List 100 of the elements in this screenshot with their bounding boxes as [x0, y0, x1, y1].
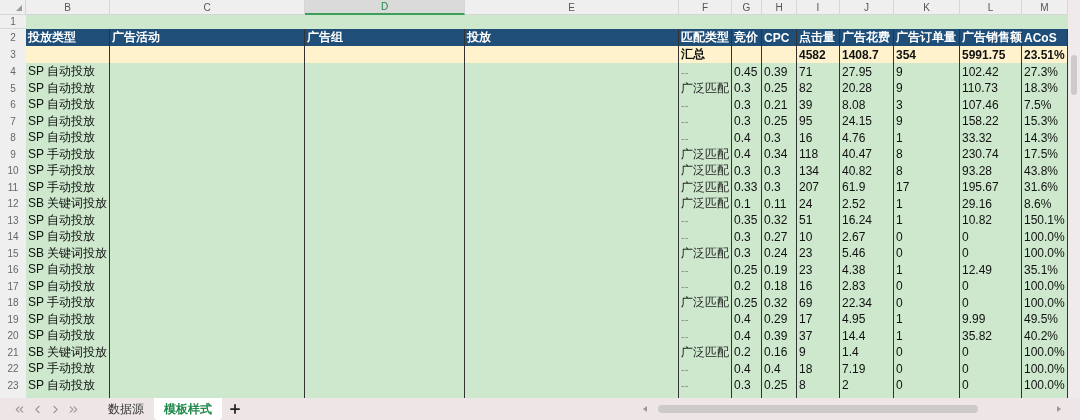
table-cell: -- — [679, 63, 732, 81]
table-cell: 0.4 — [732, 360, 762, 378]
header-cell: 匹配类型 — [679, 29, 732, 47]
sheet-tab[interactable]: 数据源 — [98, 398, 154, 420]
column-header[interactable]: L — [960, 0, 1022, 15]
row-number: 20 — [0, 327, 26, 345]
table-cell: 23.51% — [1022, 46, 1068, 64]
table-cell: 4.38 — [840, 261, 894, 279]
table-cell: 102.42 — [960, 63, 1022, 81]
table-cell: 0.25 — [732, 294, 762, 312]
table-cell: 0.3 — [732, 228, 762, 246]
table-cell: 广泛匹配 — [679, 195, 732, 213]
table-cell: 1 — [894, 129, 960, 147]
header-cell: CPC — [762, 29, 797, 47]
table-cell: SP 自动投放 — [26, 129, 110, 147]
table-cell: 39 — [797, 96, 840, 114]
table-cell: 27.95 — [840, 63, 894, 81]
table-cell: SP 自动投放 — [26, 63, 110, 81]
table-cell: SP 自动投放 — [26, 96, 110, 114]
column-header[interactable]: M — [1022, 0, 1068, 15]
column-header[interactable]: J — [840, 0, 894, 15]
table-cell: 0.3 — [762, 129, 797, 147]
header-cell: 广告活动 — [110, 29, 305, 47]
table-cell: 107.46 — [960, 96, 1022, 114]
table-cell: 10 — [797, 228, 840, 246]
table-cell: 29.16 — [960, 195, 1022, 213]
table-cell: 9 — [894, 63, 960, 81]
table-cell: 广泛匹配 — [679, 294, 732, 312]
table-cell: 0.4 — [762, 360, 797, 378]
table-cell: SP 手动投放 — [26, 162, 110, 180]
table-cell: 2.67 — [840, 228, 894, 246]
table-cell: 0.27 — [762, 228, 797, 246]
table-cell: 14.4 — [840, 327, 894, 345]
table-cell: 354 — [894, 46, 960, 64]
table-cell: 1408.7 — [840, 46, 894, 64]
table-cell: 35.1% — [1022, 261, 1068, 279]
table-cell: 100.0% — [1022, 360, 1068, 378]
column-header[interactable]: G — [732, 0, 762, 15]
row-number: 4 — [0, 63, 26, 81]
vertical-scrollbar[interactable] — [1068, 0, 1080, 398]
table-cell: 12.49 — [960, 261, 1022, 279]
sheet-tab[interactable]: 模板样式 — [154, 398, 222, 420]
column-header[interactable]: E — [465, 0, 679, 15]
table-cell: -- — [679, 129, 732, 147]
table-cell: 4.76 — [840, 129, 894, 147]
table-cell: SP 手动投放 — [26, 294, 110, 312]
row-number: 1 — [0, 15, 26, 29]
table-cell: SP 手动投放 — [26, 360, 110, 378]
table-cell: 0.3 — [762, 162, 797, 180]
header-cell: ACoS — [1022, 29, 1068, 47]
row-number: 10 — [0, 162, 26, 180]
table-cell: -- — [679, 228, 732, 246]
table-cell: 8.08 — [840, 96, 894, 114]
table-cell: 16 — [797, 129, 840, 147]
table-cell: 0.4 — [732, 129, 762, 147]
table-cell: 汇总 — [679, 46, 732, 64]
table-cell: 134 — [797, 162, 840, 180]
row-number: 22 — [0, 360, 26, 378]
table-cell: 71 — [797, 63, 840, 81]
header-cell: 投放类型 — [26, 29, 110, 47]
column-header[interactable]: K — [894, 0, 960, 15]
column-header[interactable]: H — [762, 0, 797, 15]
select-all-icon[interactable] — [16, 5, 22, 11]
table-cell: 43.8% — [1022, 162, 1068, 180]
table-cell: 18 — [797, 360, 840, 378]
header-cell: 广告花费 — [840, 29, 894, 47]
table-cell: 69 — [797, 294, 840, 312]
table-cell: 0.32 — [762, 294, 797, 312]
table-cell: 8.6% — [1022, 195, 1068, 213]
column-header[interactable]: C — [110, 0, 305, 15]
table-cell: 0.11 — [762, 195, 797, 213]
table-cell: 0.1 — [732, 195, 762, 213]
table-cell: SP 自动投放 — [26, 228, 110, 246]
header-cell: 投放 — [465, 29, 679, 47]
table-cell: 8 — [894, 162, 960, 180]
table-cell: -- — [679, 261, 732, 279]
column-header[interactable]: I — [797, 0, 840, 15]
header-cell: 广告销售额 — [960, 29, 1022, 47]
table-cell: 40.82 — [840, 162, 894, 180]
table-cell: 0.25 — [732, 261, 762, 279]
table-cell: 1 — [894, 261, 960, 279]
table-cell: 0.45 — [732, 63, 762, 81]
table-cell: 24 — [797, 195, 840, 213]
table-cell: 0 — [960, 294, 1022, 312]
table-cell: SP 自动投放 — [26, 327, 110, 345]
column-header[interactable]: B — [26, 0, 110, 15]
row-number: 2 — [0, 29, 26, 47]
table-cell: 3 — [894, 96, 960, 114]
table-cell: 23 — [797, 261, 840, 279]
table-cell: 0 — [960, 228, 1022, 246]
table-cell: 2.52 — [840, 195, 894, 213]
row-number: 8 — [0, 129, 26, 147]
header-cell: 竞价 — [732, 29, 762, 47]
table-cell: 33.32 — [960, 129, 1022, 147]
table-cell: 1 — [894, 327, 960, 345]
column-header[interactable]: F — [679, 0, 732, 15]
header-cell: 广告组 — [305, 29, 465, 47]
table-cell: 93.28 — [960, 162, 1022, 180]
table-cell: 35.82 — [960, 327, 1022, 345]
table-cell: 7.19 — [840, 360, 894, 378]
